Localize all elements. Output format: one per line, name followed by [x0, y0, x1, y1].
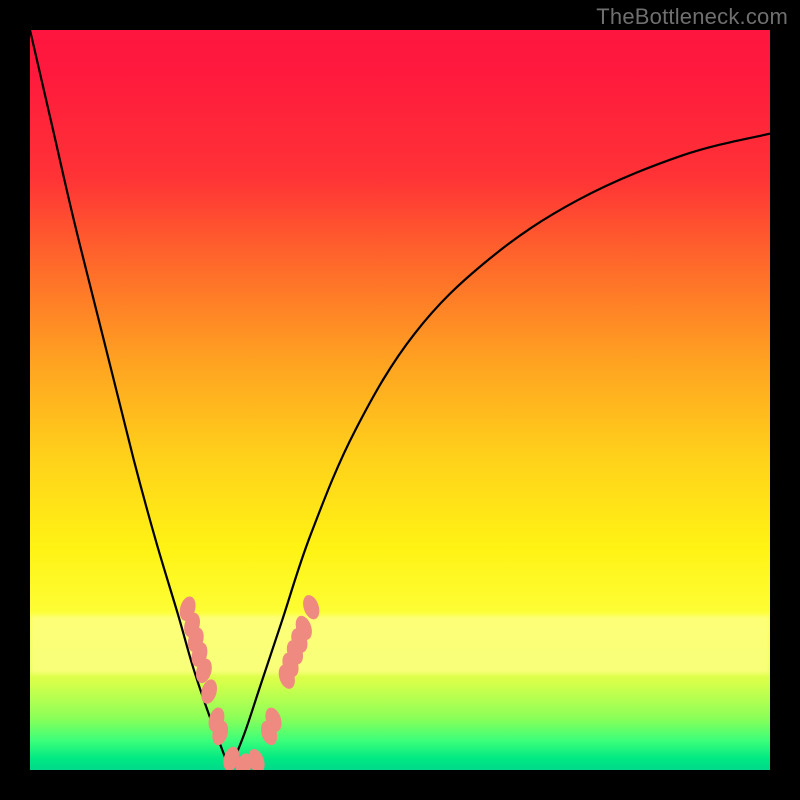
- curve-layer: [30, 30, 770, 770]
- bead-group: [177, 593, 322, 770]
- outer-frame: TheBottleneck.com: [0, 0, 800, 800]
- right-curve: [230, 134, 770, 770]
- plot-area: [30, 30, 770, 770]
- watermark-text: TheBottleneck.com: [596, 4, 788, 30]
